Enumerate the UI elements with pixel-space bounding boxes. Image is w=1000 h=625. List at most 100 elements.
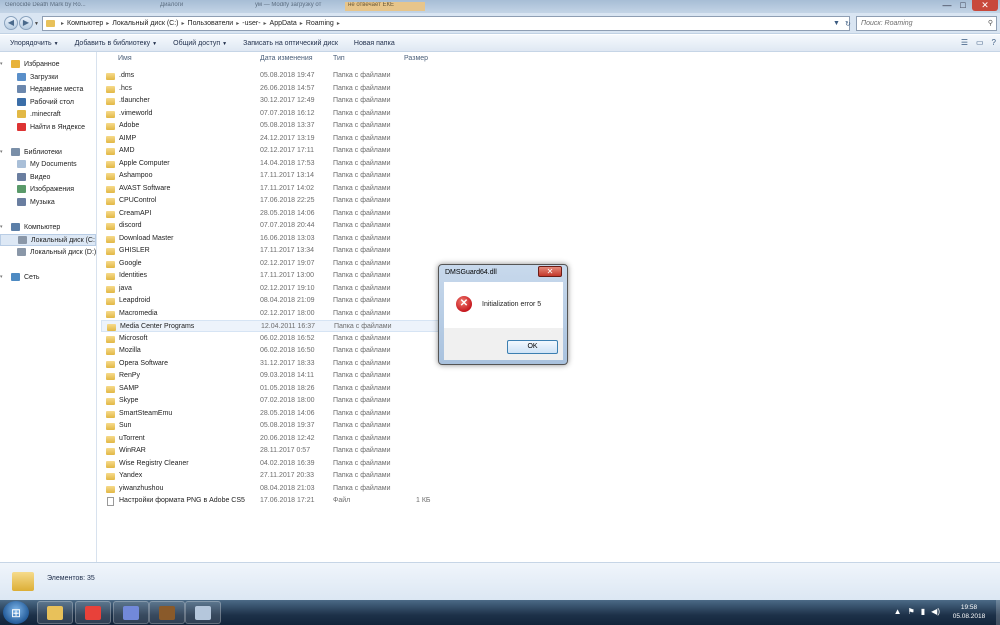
game-app[interactable]	[149, 601, 185, 624]
breadcrumb[interactable]: ▸ Компьютер ▸ Локальный диск (C:) ▸ Поль…	[42, 16, 850, 31]
sidebar-item[interactable]: My Documents	[0, 158, 96, 170]
sidebar-item[interactable]: ▾ Избранное	[0, 58, 96, 70]
file-row[interactable]: Macromedia 02.12.2017 18:00 Папка с файлам…	[101, 308, 441, 320]
sidebar-item[interactable]: Рабочий стол	[0, 96, 96, 108]
preview-pane-icon[interactable]: ▭	[976, 38, 984, 47]
file-row[interactable]: .dms 05.08.2018 19:47 Папка с файлами	[101, 70, 441, 82]
file-row[interactable]: Настройки формата PNG в Adobe CS5 17.06.2…	[101, 495, 441, 507]
sidebar-item[interactable]: ▾ Библиотеки	[0, 146, 96, 158]
column-header-date[interactable]: Дата изменения	[260, 55, 313, 62]
sidebar-item[interactable]: .minecraft	[0, 108, 96, 120]
discord-app[interactable]	[113, 601, 149, 624]
file-row[interactable]: Adobe 05.08.2018 13:37 Папка с файлами	[101, 120, 441, 132]
file-row[interactable]: discord 07.07.2018 20:44 Папка с файлами	[101, 220, 441, 232]
forward-button[interactable]: ▶	[19, 16, 33, 30]
start-button[interactable]: ⊞	[3, 601, 29, 624]
file-date: 05.08.2018 19:47	[260, 72, 315, 79]
file-row[interactable]: Yandex 27.11.2017 20:33 Папка с файлами	[101, 470, 441, 482]
refresh-icon[interactable]: ↻	[845, 20, 851, 28]
documents-icon	[17, 160, 26, 168]
file-row[interactable]: Opera Software 31.12.2017 18:33 Папка с фа…	[101, 358, 441, 370]
file-row[interactable]: Sun 05.08.2018 19:37 Папка с файлами	[101, 420, 441, 432]
column-header-name[interactable]: Имя	[118, 55, 132, 62]
file-row[interactable]: .hcs 26.06.2018 14:57 Папка с файлами	[101, 83, 441, 95]
view-options-icon[interactable]: ☰	[961, 38, 968, 47]
search-icon[interactable]: ⚲	[988, 17, 993, 30]
file-row[interactable]: .tlauncher 30.12.2017 12:49 Папка с файлам…	[101, 95, 441, 107]
organize-button[interactable]: Упорядочить ▼	[10, 40, 59, 47]
file-row[interactable]: Leapdroid 08.04.2018 21:09 Папка с файлами	[101, 295, 441, 307]
file-row[interactable]: Wise Registry Cleaner 04.02.2018 16:39 Пап…	[101, 458, 441, 470]
file-row[interactable]: Apple Computer 14.04.2018 17:53 Папка с фа…	[101, 158, 441, 170]
file-row[interactable]: SAMP 01.05.2018 18:26 Папка с файлами	[101, 383, 441, 395]
file-row[interactable]: Google 02.12.2017 19:07 Папка с файлами	[101, 258, 441, 270]
column-header-size[interactable]: Размер	[404, 55, 428, 62]
breadcrumb-item[interactable]: Roaming	[306, 20, 334, 27]
file-row[interactable]: CreamAPI 28.05.2018 14:06 Папка с файлами	[101, 208, 441, 220]
file-type: Папка с файлами	[333, 97, 391, 104]
file-row[interactable]: AVAST Software 17.11.2017 14:02 Папка с фа…	[101, 183, 441, 195]
folder-icon	[106, 360, 115, 368]
sidebar-item[interactable]: ▾ Компьютер	[0, 221, 96, 233]
file-date: 30.12.2017 12:49	[260, 97, 315, 104]
burn-disc-button[interactable]: Записать на оптический диск	[243, 40, 338, 47]
sidebar-item[interactable]: Найти в Яндексе	[0, 121, 96, 133]
breadcrumb-item[interactable]: Компьютер	[67, 20, 103, 27]
file-row[interactable]: Ashampoo 17.11.2017 13:14 Папка с файлами	[101, 170, 441, 182]
breadcrumb-item[interactable]: AppData	[270, 20, 297, 27]
file-row[interactable]: AMD 02.12.2017 17:11 Папка с файлами	[101, 145, 441, 157]
file-row[interactable]: RenPy 09.03.2018 14:11 Папка с файлами	[101, 370, 441, 382]
share-button[interactable]: Общий доступ ▼	[173, 40, 227, 47]
file-row[interactable]: yiwanzhushou 08.04.2018 21:03 Папка с файл…	[101, 483, 441, 495]
sidebar-item[interactable]: Недавние места	[0, 83, 96, 95]
sidebar-item[interactable]: Локальный диск (D:)	[0, 246, 96, 258]
file-row[interactable]: CPUControl 17.06.2018 22:25 Папка с файлам…	[101, 195, 441, 207]
sidebar-item[interactable]: Локальный диск (C:)	[0, 234, 96, 246]
new-folder-button[interactable]: Новая папка	[354, 40, 395, 47]
game-icon	[159, 605, 175, 620]
search-input[interactable]: Поиск: Roaming ⚲	[856, 16, 997, 31]
tray-icon[interactable]: ◀)	[931, 607, 940, 616]
show-desktop-button[interactable]	[996, 600, 1000, 625]
file-row[interactable]: Identities 17.11.2017 13:00 Папка с файлам…	[101, 270, 441, 282]
file-row[interactable]: GHISLER 17.11.2017 13:34 Папка с файлами	[101, 245, 441, 257]
dialog-close-button[interactable]: ✕	[538, 266, 562, 277]
clock[interactable]: 19:58 05.08.2018	[944, 603, 994, 621]
file-row[interactable]: Microsoft 06.02.2018 16:52 Папка с файлами	[101, 333, 441, 345]
breadcrumb-item[interactable]: Локальный диск (C:)	[112, 20, 178, 27]
file-row[interactable]: Download Master 16.06.2018 13:03 Папка с ф…	[101, 233, 441, 245]
file-row[interactable]: AIMP 24.12.2017 13:19 Папка с файлами	[101, 133, 441, 145]
explorer-app[interactable]	[37, 601, 73, 624]
file-row[interactable]: Skype 07.02.2018 18:00 Папка с файлами	[101, 395, 441, 407]
breadcrumb-item[interactable]: Пользователи	[188, 20, 234, 27]
maximize-button[interactable]: □	[956, 0, 970, 11]
file-type: Папка с файлами	[333, 447, 391, 454]
column-header-type[interactable]: Тип	[333, 55, 345, 62]
sidebar-item[interactable]: Видео	[0, 171, 96, 183]
address-dropdown[interactable]: ▼	[833, 20, 840, 27]
tray-icon[interactable]: ▮	[921, 607, 925, 616]
close-window-button[interactable]: ✕	[972, 0, 998, 11]
minimize-button[interactable]: —	[940, 0, 954, 11]
yandex-browser-app[interactable]	[75, 601, 111, 624]
tray-icon[interactable]: ▲	[894, 607, 902, 616]
add-to-library-button[interactable]: Добавить в библиотеку ▼	[75, 40, 158, 47]
file-row[interactable]: java 02.12.2017 19:10 Папка с файлами	[101, 283, 441, 295]
sidebar-item[interactable]: Загрузки	[0, 71, 96, 83]
recent-pages-dropdown[interactable]: ▼	[34, 21, 39, 27]
file-row[interactable]: uTorrent 20.06.2018 12:42 Папка с файлами	[101, 433, 441, 445]
file-row[interactable]: WinRAR 28.11.2017 0:57 Папка с файлами	[101, 445, 441, 457]
file-row[interactable]: .vimeworld 07.07.2018 16:12 Папка с файлам…	[101, 108, 441, 120]
file-row[interactable]: Media Center Programs 12.04.2011 16:37 Пап…	[101, 320, 441, 332]
dmsguard-app[interactable]	[185, 601, 221, 624]
sidebar-item[interactable]: Музыка	[0, 196, 96, 208]
ok-button[interactable]: OK	[507, 340, 558, 354]
back-button[interactable]: ◀	[4, 16, 18, 30]
file-row[interactable]: SmartSteamEmu 28.05.2018 14:06 Папка с фай…	[101, 408, 441, 420]
file-row[interactable]: Mozilla 06.02.2018 16:50 Папка с файлами	[101, 345, 441, 357]
help-icon[interactable]: ?	[992, 38, 996, 47]
sidebar-item[interactable]: Изображения	[0, 183, 96, 195]
sidebar-item[interactable]: ▾ Сеть	[0, 271, 96, 283]
tray-icon[interactable]: ⚑	[908, 607, 915, 616]
breadcrumb-item[interactable]: -user-	[242, 20, 260, 27]
